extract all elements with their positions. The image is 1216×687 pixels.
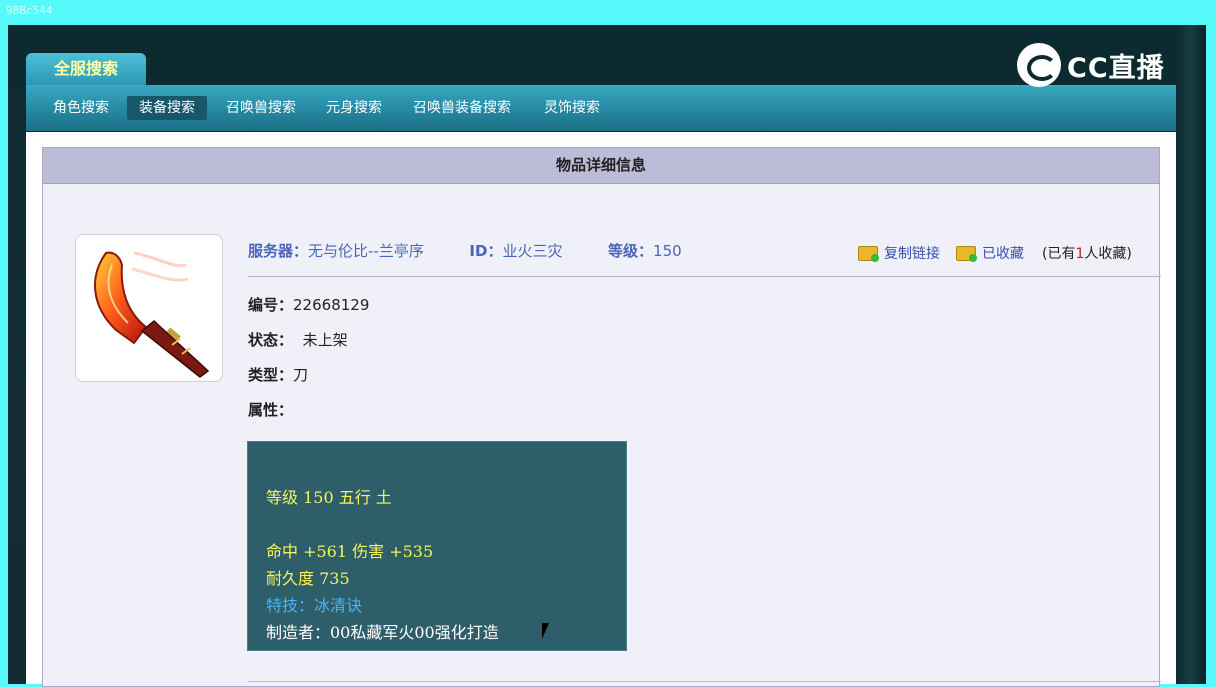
id-value: 业火三灾 xyxy=(502,242,563,260)
cc-live-logo: CC直播 xyxy=(1017,42,1177,88)
nav-item-pet-search[interactable]: 召唤兽搜索 xyxy=(214,96,308,120)
status-label: 状态： xyxy=(248,331,294,349)
id-label: ID： xyxy=(469,242,503,260)
divider xyxy=(248,276,1161,277)
level-label: 等级： xyxy=(608,242,654,260)
nav-item-yuanshen-search[interactable]: 元身搜索 xyxy=(314,96,394,120)
number-label: 编号： xyxy=(248,296,294,314)
item-summary-row: 服务器：无与伦比--兰亭序 ID：业火三灾 等级：150 xyxy=(248,240,682,261)
item-actions: 复制链接 已收藏 (已有1人收藏) xyxy=(858,243,1132,263)
level-value: 150 xyxy=(653,242,682,260)
blade-icon xyxy=(94,251,210,378)
server-value: 无与伦比--兰亭序 xyxy=(308,242,424,260)
cc-logo-icon xyxy=(1017,43,1061,87)
frame-edge xyxy=(1176,25,1206,684)
folder-link-icon xyxy=(858,245,879,262)
favorite-count-suffix: 人收藏) xyxy=(1084,246,1132,262)
attr-maker: 制造者：00私藏军火00强化打造 xyxy=(266,623,499,642)
attr-durability: 耐久度 735 xyxy=(266,569,350,588)
copy-link-button[interactable]: 复制链接 xyxy=(884,243,940,263)
divider-bottom xyxy=(248,681,1161,682)
type-value: 刀 xyxy=(293,366,309,384)
attr-special-skill: 特技：冰清诀 xyxy=(266,596,363,615)
panel-title: 物品详细信息 xyxy=(43,148,1159,184)
nav-item-equipment-search[interactable]: 装备搜索 xyxy=(127,96,207,120)
favorite-button[interactable]: 已收藏 xyxy=(982,243,1024,263)
attr-level-element: 等级 150 五行 土 xyxy=(266,488,392,507)
item-detail-panel: 物品详细信息 服务器：无与伦比--兰亭序 ID：业火三灾 等级：150 复制链接… xyxy=(42,147,1161,687)
item-type-row: 类型：刀 xyxy=(248,364,308,385)
number-value: 22668129 xyxy=(293,296,370,314)
server-label: 服务器： xyxy=(248,242,309,260)
favorite-count-prefix: (已有 xyxy=(1042,246,1076,262)
item-image xyxy=(75,234,223,382)
item-number-row: 编号：22668129 xyxy=(248,294,369,315)
nav-item-role-search[interactable]: 角色搜索 xyxy=(41,96,121,120)
status-value: 未上架 xyxy=(302,331,348,349)
header: 全服搜索 角色搜索 装备搜索 召唤兽搜索 元身搜索 召唤兽装备搜索 灵饰搜索 xyxy=(26,52,1176,132)
nav-item-pet-equipment-search[interactable]: 召唤兽装备搜索 xyxy=(401,96,523,120)
mouse-cursor-icon xyxy=(542,623,549,639)
attr-label: 属性： xyxy=(248,401,294,419)
logo-text: CC直播 xyxy=(1067,52,1165,84)
item-attr-row: 属性： xyxy=(248,399,293,420)
attributes-box: 等级 150 五行 土 命中 +561 伤害 +535 耐久度 735 特技：冰… xyxy=(247,441,627,651)
folder-add-icon xyxy=(956,245,977,262)
item-status-row: 状态： 未上架 xyxy=(248,329,348,350)
window-title: 98Bc544 xyxy=(6,4,53,17)
attr-hit-damage: 命中 +561 伤害 +535 xyxy=(266,542,434,561)
type-label: 类型： xyxy=(248,366,294,384)
tab-server-search[interactable]: 全服搜索 xyxy=(26,53,146,87)
nav-item-ornament-search[interactable]: 灵饰搜索 xyxy=(532,96,612,120)
content-area: 物品详细信息 服务器：无与伦比--兰亭序 ID：业火三灾 等级：150 复制链接… xyxy=(26,132,1176,687)
favorite-count: (已有1人收藏) xyxy=(1042,243,1132,263)
nav-bar: 角色搜索 装备搜索 召唤兽搜索 元身搜索 召唤兽装备搜索 灵饰搜索 xyxy=(26,85,1176,131)
